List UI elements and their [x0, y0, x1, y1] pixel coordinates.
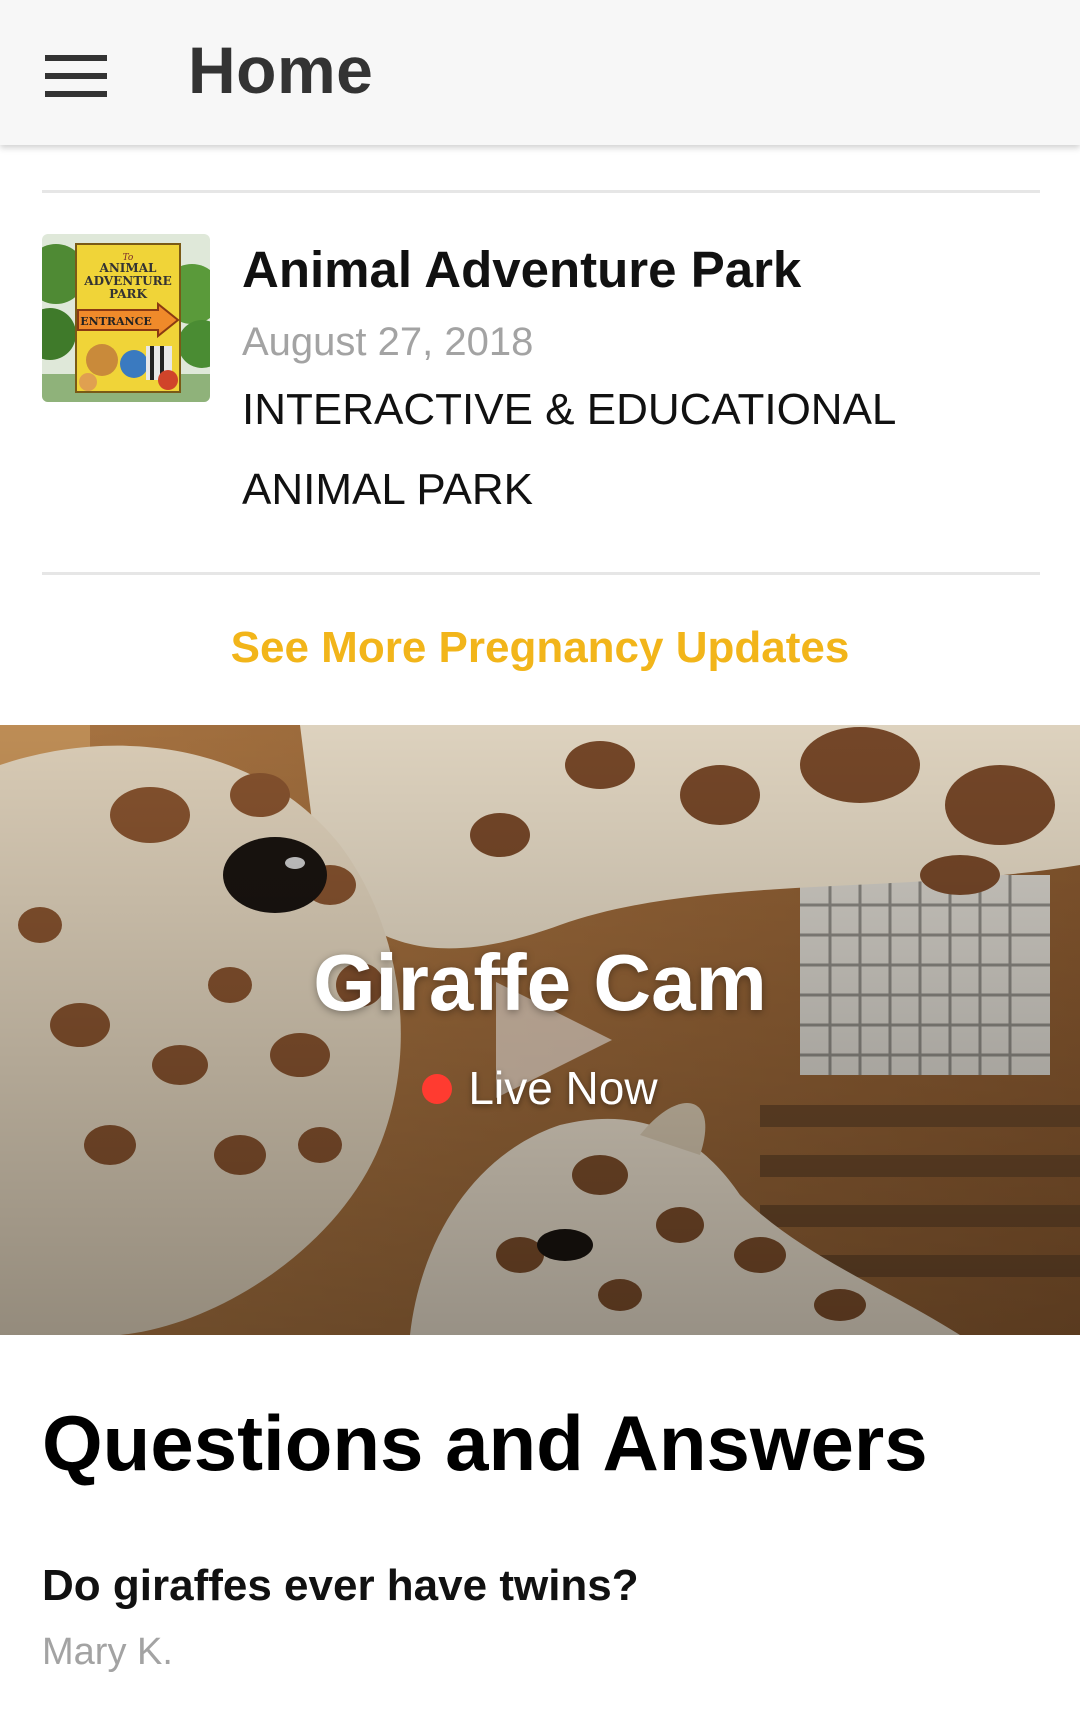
- sign-text-entrance: ENTRANCE: [80, 315, 152, 328]
- article-card[interactable]: To ANIMAL ADVENTURE PARK ENTRANCE Animal…: [42, 192, 1040, 572]
- hamburger-menu-icon[interactable]: [28, 28, 124, 124]
- sign-text-adventure: ADVENTURE: [83, 274, 171, 288]
- qa-question: Do giraffes ever have twins?: [42, 1561, 639, 1610]
- app-bar: Home: [0, 0, 1080, 145]
- qa-author: Mary K.: [42, 1631, 173, 1673]
- sign-text-park: PARK: [109, 287, 147, 301]
- article-thumbnail: To ANIMAL ADVENTURE PARK ENTRANCE: [42, 234, 210, 402]
- article-title: Animal Adventure Park: [242, 241, 802, 298]
- article-date: August 27, 2018: [242, 320, 534, 364]
- live-indicator-dot: [422, 1073, 453, 1104]
- qa-heading: Questions and Answers: [42, 1399, 928, 1487]
- article-description: INTERACTIVE & EDUCATIONAL ANIMAL PARK: [242, 385, 895, 514]
- page-title: Home: [188, 33, 374, 107]
- live-status-label: Live Now: [468, 1062, 658, 1114]
- divider: [42, 572, 1040, 575]
- see-more-pregnancy-updates-link[interactable]: See More Pregnancy Updates: [0, 612, 1080, 684]
- qa-list-item[interactable]: Do giraffes ever have twins? Mary K.: [42, 1556, 1040, 1682]
- sign-text-animal: ANIMAL: [99, 261, 157, 275]
- live-status: Live Now: [0, 1058, 1080, 1118]
- giraffe-cam-title: Giraffe Cam: [313, 938, 767, 1027]
